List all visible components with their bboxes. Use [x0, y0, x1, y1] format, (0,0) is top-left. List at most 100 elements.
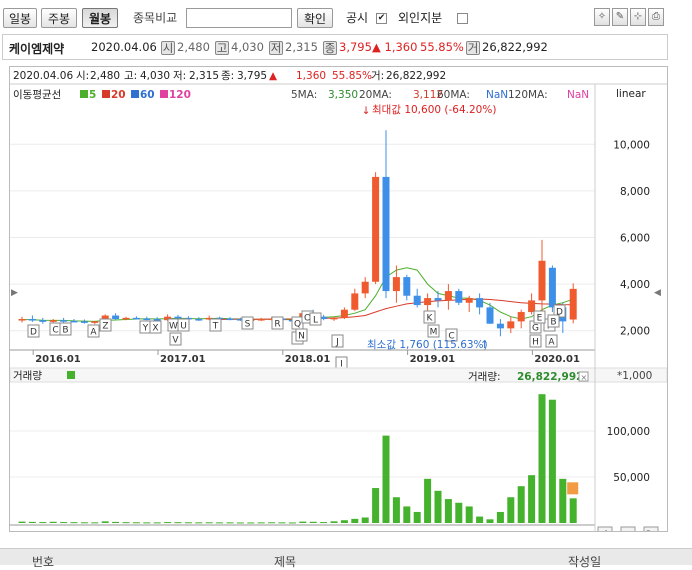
print-icon[interactable]: ⎙	[648, 8, 664, 26]
candle-body-30	[330, 317, 338, 320]
candle-body-32	[351, 293, 359, 310]
marker-L-15: L	[309, 312, 322, 326]
compare-label: 종목비교	[133, 11, 178, 25]
min-annotation: ↑ 최소값 1,760 (115.63%)	[367, 339, 489, 351]
volume-badge: 거	[466, 41, 480, 55]
min-note: 최소값 1,760 (115.63%)	[367, 339, 488, 351]
volume-bar-26	[288, 522, 296, 524]
volume-bar-50	[538, 394, 546, 523]
marker-letter-5: Y	[142, 324, 149, 334]
volume-bar-0	[18, 521, 26, 523]
ma-value-2: NaN	[486, 89, 508, 101]
marker-letter-9: T	[212, 322, 219, 332]
chart-panel[interactable]: 2020.04.06 시: 2,480 고: 4,030 저: 2,315 종:…	[9, 66, 668, 542]
candle-body-11	[132, 317, 140, 320]
volume-bar-33	[361, 517, 369, 523]
candlestick-series	[18, 130, 577, 337]
marker-lower-letter-7: G	[532, 324, 539, 334]
scroll-left-icon[interactable]: ▶	[11, 288, 18, 298]
scroll-right-icon[interactable]: ◀	[654, 288, 661, 298]
volume-bar-11	[132, 522, 140, 524]
marker-lower-K-3: K	[423, 310, 436, 324]
high-badge: 고	[215, 41, 229, 55]
marker-B-2: B	[59, 322, 72, 336]
weekly-button[interactable]: 주봉	[41, 8, 77, 28]
pen-icon[interactable]: ✎	[612, 8, 628, 26]
monthly-button[interactable]: 월봉	[82, 8, 118, 28]
volume-y-axis: 50,000 100,000	[607, 426, 650, 484]
volume-bar-40	[434, 490, 442, 523]
x-tick-label-1: 2017.01	[160, 354, 206, 365]
foreign-checkbox[interactable]	[457, 13, 468, 24]
marker-letter-12: Q	[294, 320, 301, 330]
ma-legend-label-2: 60	[140, 89, 155, 101]
volume-close-icon: ×	[581, 373, 588, 382]
ma-title: 이동평균선	[13, 89, 61, 101]
candle-body-23	[257, 319, 265, 321]
scale-label: linear	[616, 88, 646, 100]
marker-lower-B-12: B	[547, 314, 560, 328]
marker-Q-12: Q	[291, 316, 304, 330]
candle-body-4	[60, 320, 68, 322]
ma-swatch-1	[102, 90, 110, 98]
zoom-controls[interactable]: + − ↻	[597, 526, 659, 542]
x-tick-label-4: 2020.01	[534, 354, 580, 365]
open-value: 2,480	[177, 40, 210, 54]
price-volume-chart[interactable]: 2020.04.06 시: 2,480 고: 4,030 저: 2,315 종:…	[9, 67, 668, 542]
volume-bar-31	[340, 520, 348, 523]
volume-bar-20	[226, 522, 234, 524]
volume-bar-4	[60, 522, 68, 524]
candle-body-51	[548, 267, 556, 308]
marker-letter-7: W	[169, 322, 178, 332]
ma-swatch-3	[160, 90, 168, 98]
volume-bar-21	[236, 522, 244, 524]
daily-button[interactable]: 일봉	[3, 8, 37, 28]
ma-legend-label-1: 20	[111, 89, 126, 101]
volume-bar-22	[247, 522, 255, 524]
change-pct: 55.85%	[420, 40, 464, 54]
ma-legend-label-0: 5	[89, 89, 96, 101]
ma-value-label-2: 60MA:	[437, 89, 470, 101]
change-value: ▲ 1,360	[372, 40, 418, 54]
volume-bar-46	[496, 511, 504, 523]
candle-body-46	[496, 323, 504, 329]
candle-body-50	[538, 260, 546, 301]
candle-body-12	[143, 318, 151, 321]
marker-W-7: W	[167, 318, 180, 332]
volume-title: 거래량	[13, 370, 42, 382]
candle-body-38	[413, 295, 421, 306]
col-date: 작성일	[568, 555, 602, 569]
volume-bar-34	[372, 488, 380, 523]
candle-body-44	[476, 298, 484, 308]
volume-bar-36	[392, 497, 400, 523]
marker-lower-V-0: V	[169, 332, 182, 346]
close-badge: 종	[323, 41, 337, 55]
volume-series	[18, 394, 579, 524]
volume-bar-53	[569, 498, 577, 523]
head-close: 3,795	[237, 70, 267, 82]
stock-info-bar: 케이엠제약 2020.04.06 시 2,480 고 4,030 저 2,315…	[2, 34, 668, 60]
volume-bar-3	[49, 521, 57, 523]
head-date: 2020.04.06	[13, 70, 73, 82]
volume-bar-24	[268, 522, 276, 524]
volume-bar-35	[382, 435, 390, 523]
head-low-label: 저:	[173, 70, 186, 82]
marker-letter-1: C	[52, 326, 58, 336]
compare-input[interactable]	[186, 8, 292, 28]
head-close-label: 종:	[221, 70, 234, 82]
bulb-icon[interactable]: ✧	[594, 8, 610, 26]
volume-value: 26,822,992	[482, 40, 548, 54]
marker-lower-M-2: M	[427, 324, 440, 338]
head-low: 2,315	[189, 70, 219, 82]
volume-bar-7	[91, 522, 99, 524]
confirm-button[interactable]: 확인	[297, 8, 333, 28]
disclosure-checkbox[interactable]: ✔	[376, 13, 387, 24]
volume-bar-52	[559, 478, 567, 523]
head-volume-label: 거:	[371, 70, 384, 82]
cursor-icon[interactable]: ⊹	[630, 8, 646, 26]
refresh-icon: ↻	[646, 528, 655, 531]
candle-body-33	[361, 281, 369, 294]
price-tick-label-3: 8,000	[620, 186, 650, 198]
marker-letter-4: Z	[102, 322, 108, 332]
ma-value-label-1: 20MA:	[359, 89, 392, 101]
